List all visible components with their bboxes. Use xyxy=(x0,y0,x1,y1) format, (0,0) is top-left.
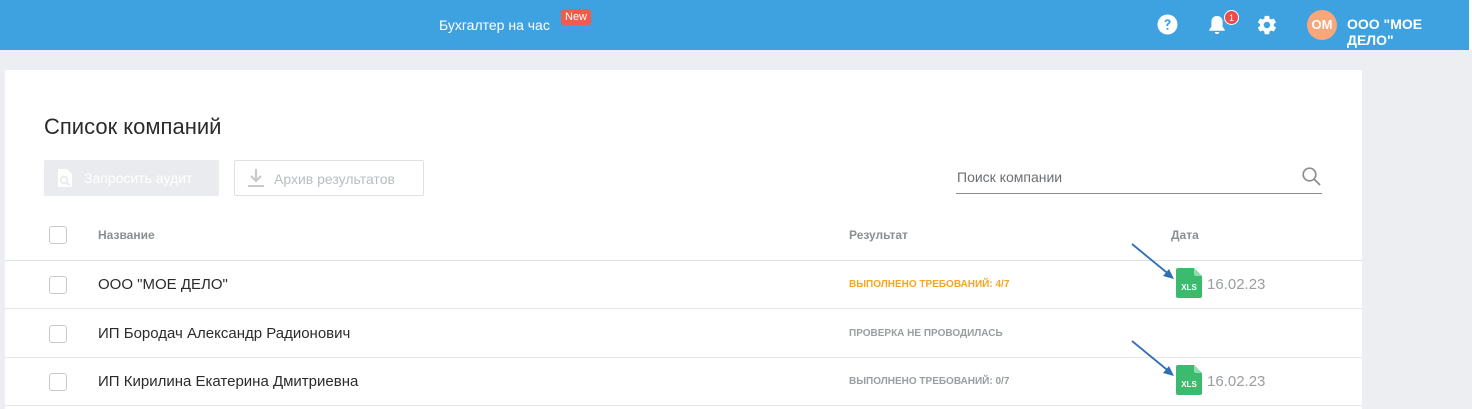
search-icon[interactable] xyxy=(1302,167,1321,186)
top-bar: Бухгалтер на час New 1 ОМ ООО "МОЕ ДЕЛО" xyxy=(0,0,1472,50)
org-name[interactable]: ООО "МОЕ ДЕЛО" xyxy=(1347,16,1472,48)
request-audit-label: Запросить аудит xyxy=(84,170,193,186)
row-checkbox[interactable] xyxy=(49,276,67,294)
audit-icon xyxy=(58,169,72,187)
row-date: 16.02.23 xyxy=(1207,276,1266,293)
column-result: Результат xyxy=(849,228,908,242)
column-date: Дата xyxy=(1171,228,1199,242)
row-checkbox[interactable] xyxy=(49,325,67,343)
notification-count-badge: 1 xyxy=(1224,10,1239,25)
company-name[interactable]: ООО "МОЕ ДЕЛО" xyxy=(98,276,228,293)
new-badge: New xyxy=(561,9,592,25)
row-date: 16.02.23 xyxy=(1207,373,1266,390)
result-status: Выполнено требований: 0/7 xyxy=(849,376,1010,387)
result-status: Проверка не проводилась xyxy=(849,328,1003,339)
row-checkbox[interactable] xyxy=(49,373,67,391)
download-icon xyxy=(248,169,264,187)
page-title: Список компаний xyxy=(44,114,222,139)
xls-label: XLS xyxy=(1181,380,1197,389)
result-status: Выполнено требований: 4/7 xyxy=(849,279,1010,290)
avatar[interactable]: ОМ xyxy=(1307,10,1337,40)
archive-results-label: Архив результатов xyxy=(274,171,395,187)
annotation-arrow xyxy=(1131,243,1174,279)
company-name[interactable]: ИП Бородач Александр Радионович xyxy=(98,325,350,342)
archive-results-button[interactable]: Архив результатов xyxy=(234,160,424,196)
xls-label: XLS xyxy=(1181,283,1197,292)
help-icon[interactable] xyxy=(1157,14,1178,35)
nav-link-accountant[interactable]: Бухгалтер на час xyxy=(439,17,550,33)
company-name[interactable]: ИП Кирилина Екатерина Дмитриевна xyxy=(98,373,358,390)
company-search xyxy=(956,162,1322,194)
select-all-checkbox[interactable] xyxy=(49,226,67,244)
search-input[interactable] xyxy=(957,166,1277,188)
request-audit-button[interactable]: Запросить аудит xyxy=(44,160,219,196)
annotation-arrow xyxy=(1131,340,1174,376)
gear-icon[interactable] xyxy=(1256,14,1278,36)
column-name: Название xyxy=(98,228,155,242)
